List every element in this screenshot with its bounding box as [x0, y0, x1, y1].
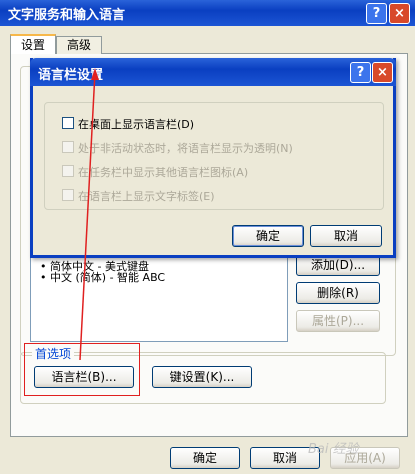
tab-advanced[interactable]: 高级 — [56, 36, 102, 54]
window-close-button[interactable]: × — [389, 3, 410, 24]
dialog-close-button[interactable]: × — [372, 62, 393, 83]
show-on-desktop-label[interactable]: 在桌面上显示语言栏(D) — [78, 116, 194, 132]
transparent-label: 处于非活动状态时，将语言栏显示为透明(N) — [78, 142, 293, 155]
dialog-title: 语言栏设置 — [38, 68, 104, 83]
text-labels-checkbox[interactable] — [62, 189, 74, 201]
key-settings-button[interactable]: 键设置(K)... — [152, 366, 252, 388]
show-on-desktop-checkbox[interactable] — [62, 117, 74, 129]
taskbar-icons-label: 在任务栏中显示其他语言栏图标(A) — [78, 166, 249, 179]
dialog-ok-button[interactable]: 确定 — [232, 225, 304, 247]
watermark: Bai 经验 — [308, 442, 359, 457]
delete-button[interactable]: 删除(R) — [296, 282, 380, 304]
list-item-label: 中文 (简体) - 智能 ABC — [50, 271, 166, 284]
dialog-help-button[interactable]: ? — [350, 62, 371, 83]
list-item[interactable]: • 中文 (简体) - 智能 ABC — [40, 269, 165, 285]
window-help-button[interactable]: ? — [366, 3, 387, 24]
ok-button[interactable]: 确定 — [170, 447, 240, 469]
window-title: 文字服务和输入语言 — [8, 8, 126, 23]
dialog-cancel-button[interactable]: 取消 — [310, 225, 382, 247]
properties-button[interactable]: 属性(P)... — [296, 310, 380, 332]
text-labels-label: 在语言栏上显示文字标签(E) — [78, 190, 215, 203]
taskbar-icons-checkbox[interactable] — [62, 165, 74, 177]
tab-settings[interactable]: 设置 — [10, 34, 56, 54]
transparent-checkbox[interactable] — [62, 141, 74, 153]
highlight-annotation — [24, 343, 140, 396]
